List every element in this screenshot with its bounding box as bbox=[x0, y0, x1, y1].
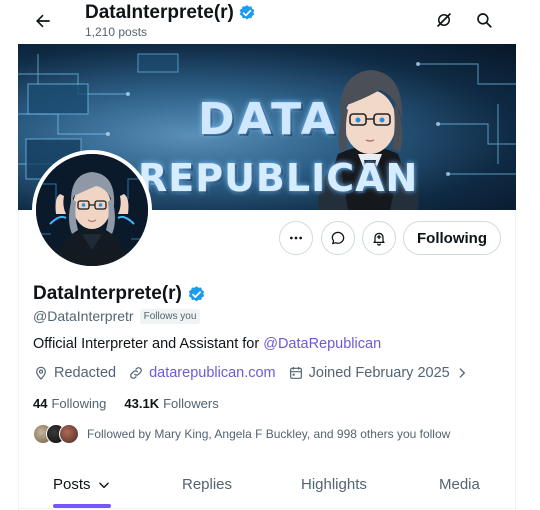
notification-bell-icon bbox=[373, 232, 385, 246]
tab-media[interactable]: Media bbox=[439, 476, 480, 493]
header-title: DataInterprete(r) bbox=[85, 2, 234, 23]
tab-posts-label: Posts bbox=[53, 476, 91, 493]
followers-count-link[interactable]: 43.1K Followers bbox=[124, 396, 218, 411]
back-arrow-icon bbox=[36, 14, 50, 28]
follow-counts: 44 Following 43.1K Followers bbox=[33, 396, 219, 411]
verified-badge-icon bbox=[188, 285, 205, 301]
followed-by-row[interactable]: Followed by Mary King, Angela F Buckley,… bbox=[33, 424, 450, 444]
tab-posts[interactable]: Posts bbox=[53, 476, 111, 493]
bio-text: Official Interpreter and Assistant for bbox=[33, 336, 264, 352]
profile-bio: Official Interpreter and Assistant for @… bbox=[33, 336, 381, 352]
notifications-button[interactable] bbox=[362, 221, 396, 255]
followers-label: Followers bbox=[163, 396, 219, 411]
bio-mention-link[interactable]: @DataRepublican bbox=[263, 336, 381, 352]
back-button[interactable] bbox=[28, 6, 58, 36]
profile-tabs: Posts Replies Highlights Media bbox=[18, 465, 516, 509]
tab-highlights-label: Highlights bbox=[301, 476, 367, 493]
following-label: Following bbox=[51, 396, 107, 411]
following-count: 44 bbox=[33, 396, 48, 411]
verified-badge-icon bbox=[239, 5, 255, 20]
following-count-link[interactable]: 44 Following bbox=[33, 396, 106, 411]
follows-you-badge: Follows you bbox=[139, 308, 201, 324]
follower-avatars bbox=[33, 424, 79, 444]
profile-meta: Redacted datarepublican.com Joined Febru… bbox=[33, 365, 481, 381]
grok-button[interactable] bbox=[430, 6, 458, 34]
message-button[interactable] bbox=[321, 221, 355, 255]
grok-icon bbox=[437, 13, 451, 27]
top-bar: DataInterprete(r) 1,210 posts bbox=[18, 0, 516, 44]
followers-count: 43.1K bbox=[124, 396, 160, 411]
chevron-right-icon bbox=[459, 368, 465, 378]
avatar-image bbox=[36, 154, 148, 266]
profile-website-link[interactable]: datarepublican.com bbox=[149, 365, 276, 381]
profile-location: Redacted bbox=[54, 365, 117, 381]
link-icon bbox=[130, 367, 142, 379]
tab-replies[interactable]: Replies bbox=[182, 476, 232, 493]
profile-handle: @DataInterpretr bbox=[33, 308, 134, 324]
more-options-button[interactable] bbox=[279, 221, 313, 255]
tab-media-label: Media bbox=[439, 476, 480, 493]
more-icon bbox=[290, 236, 302, 240]
banner-text-data: DATA bbox=[198, 94, 338, 145]
post-count: 1,210 posts bbox=[85, 25, 148, 39]
search-icon bbox=[477, 13, 492, 28]
followed-by-text: Followed by Mary King, Angela F Buckley,… bbox=[87, 427, 451, 441]
location-icon bbox=[36, 366, 46, 380]
banner-text-republican: REPUBLICAN bbox=[138, 156, 419, 200]
profile-joined: Joined February 2025 bbox=[308, 365, 450, 381]
joined-date-button[interactable]: Joined February 2025 bbox=[288, 365, 469, 381]
tab-highlights[interactable]: Highlights bbox=[301, 476, 367, 493]
calendar-icon bbox=[289, 367, 302, 379]
message-icon bbox=[331, 231, 345, 245]
following-button[interactable]: Following bbox=[403, 221, 501, 255]
follower-avatar bbox=[59, 424, 79, 444]
active-tab-indicator bbox=[53, 504, 111, 508]
profile-name: DataInterprete(r) bbox=[33, 283, 182, 304]
search-button[interactable] bbox=[470, 6, 498, 34]
tab-replies-label: Replies bbox=[182, 476, 233, 493]
chevron-down-icon bbox=[98, 482, 109, 488]
profile-avatar[interactable] bbox=[32, 150, 152, 270]
